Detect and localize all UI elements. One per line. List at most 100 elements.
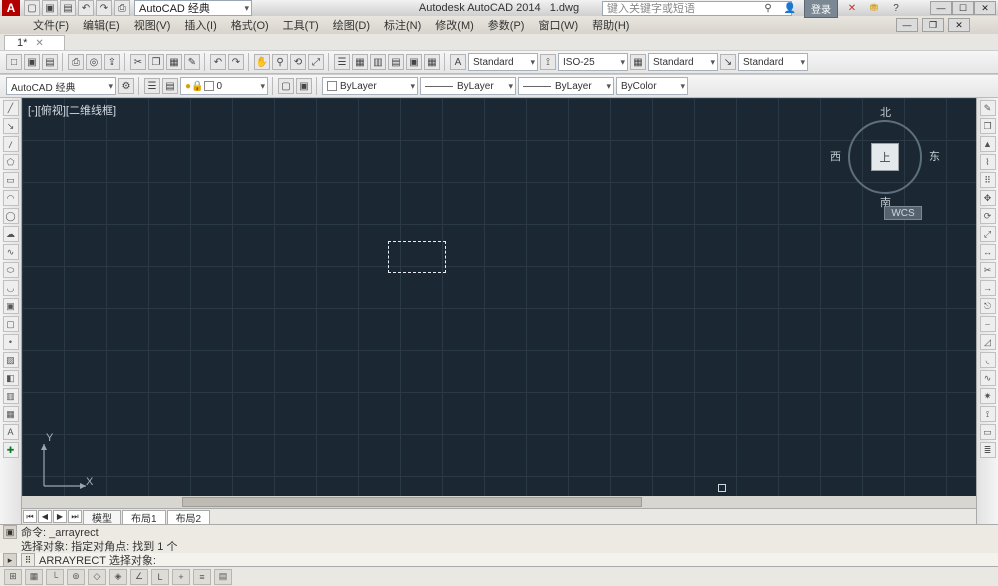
command-options-icon[interactable]: ⠿ xyxy=(21,553,35,567)
menu-params[interactable]: 参数(P) xyxy=(483,16,530,34)
dimstyle-select[interactable]: ISO-25 xyxy=(558,53,628,71)
tablestyle-select[interactable]: Standard xyxy=(648,53,718,71)
circle-tool-icon[interactable]: ◯ xyxy=(3,208,19,224)
infocenter-icon[interactable]: ⚲ xyxy=(760,0,776,16)
wcs-badge[interactable]: WCS xyxy=(884,206,922,220)
properties-icon[interactable]: ☰ xyxy=(334,54,350,70)
markup-icon[interactable]: ▣ xyxy=(406,54,422,70)
status-snap-icon[interactable]: ⊞ xyxy=(4,569,22,585)
designctr-icon[interactable]: ▦ xyxy=(352,54,368,70)
layout-last-icon[interactable]: ⏭ xyxy=(68,510,82,523)
viewcube-top-face[interactable]: 上 xyxy=(871,143,899,171)
workspace-select[interactable]: AutoCAD 经典 xyxy=(6,77,116,95)
open-icon[interactable]: ▣ xyxy=(24,54,40,70)
status-polar-icon[interactable]: ⊚ xyxy=(67,569,85,585)
array-tool-icon[interactable]: ⠿ xyxy=(980,172,996,188)
zoom-icon[interactable]: ⚲ xyxy=(272,54,288,70)
region-tool-icon[interactable]: ▥ xyxy=(3,388,19,404)
publish-icon[interactable]: ⇪ xyxy=(104,54,120,70)
move-tool-icon[interactable]: ✥ xyxy=(980,190,996,206)
copy-tool-icon[interactable]: ❐ xyxy=(980,118,996,134)
menu-window[interactable]: 窗口(W) xyxy=(533,16,583,34)
hatch-tool-icon[interactable]: ▨ xyxy=(3,352,19,368)
document-tab-close-icon[interactable]: ✕ xyxy=(35,38,43,49)
qat-save-icon[interactable]: ▤ xyxy=(60,0,76,16)
explode-tool-icon[interactable]: ✷ xyxy=(980,388,996,404)
qat-new-icon[interactable]: ▢ xyxy=(24,0,40,16)
menu-help[interactable]: 帮助(H) xyxy=(587,16,634,34)
status-ortho-icon[interactable]: └ xyxy=(46,569,64,585)
toolpal-icon[interactable]: ▥ xyxy=(370,54,386,70)
doc-minimize-button[interactable]: — xyxy=(896,18,918,32)
layout-tab-model[interactable]: 模型 xyxy=(83,510,121,524)
layout-tab-1[interactable]: 布局1 xyxy=(122,510,166,524)
scrollbar-thumb[interactable] xyxy=(182,497,642,507)
fillet-tool-icon[interactable]: ◟ xyxy=(980,352,996,368)
table-tool-icon[interactable]: ▦ xyxy=(3,406,19,422)
zoom-ext-icon[interactable]: ⤢ xyxy=(308,54,324,70)
qat-redo-icon[interactable]: ↷ xyxy=(96,0,112,16)
redo-icon[interactable]: ↷ xyxy=(228,54,244,70)
blend-tool-icon[interactable]: ∿ xyxy=(980,370,996,386)
point-tool-icon[interactable]: • xyxy=(3,334,19,350)
join-tool-icon[interactable]: ⎯ xyxy=(980,316,996,332)
qat-print-icon[interactable]: ⎙ xyxy=(114,0,130,16)
linetype-select[interactable]: ByLayer xyxy=(420,77,516,95)
spline-tool-icon[interactable]: ∿ xyxy=(3,244,19,260)
polygon-tool-icon[interactable]: ⬠ xyxy=(3,154,19,170)
layout-first-icon[interactable]: ⏮ xyxy=(23,510,37,523)
qat-open-icon[interactable]: ▣ xyxy=(42,0,58,16)
erase-tool-icon[interactable]: ✎ xyxy=(980,100,996,116)
app-logo[interactable]: A xyxy=(2,0,20,16)
zoom-prev-icon[interactable]: ⟲ xyxy=(290,54,306,70)
textstyle-select[interactable]: Standard xyxy=(468,53,538,71)
close-button[interactable]: ✕ xyxy=(974,1,996,15)
workspace-selector[interactable]: AutoCAD 经典 xyxy=(134,0,252,16)
pan-icon[interactable]: ✋ xyxy=(254,54,270,70)
cut-icon[interactable]: ✂ xyxy=(130,54,146,70)
horizontal-scrollbar[interactable] xyxy=(22,496,976,508)
arc-tool-icon[interactable]: ◠ xyxy=(3,190,19,206)
menu-modify[interactable]: 修改(M) xyxy=(430,16,479,34)
text-tool-icon[interactable]: A xyxy=(3,424,19,440)
menu-file[interactable]: 文件(F) xyxy=(28,16,74,34)
line-tool-icon[interactable]: ╱ xyxy=(3,100,19,116)
layer-mgr-icon[interactable]: ☰ xyxy=(144,78,160,94)
viewcube[interactable]: 北 南 西 东 上 xyxy=(836,108,934,206)
save-icon[interactable]: ▤ xyxy=(42,54,58,70)
user-icon[interactable]: 👤 xyxy=(782,0,798,16)
paste-icon[interactable]: ▦ xyxy=(166,54,182,70)
menu-view[interactable]: 视图(V) xyxy=(129,16,176,34)
match-icon[interactable]: ✎ xyxy=(184,54,200,70)
rotate-tool-icon[interactable]: ⟳ xyxy=(980,208,996,224)
polyline-tool-icon[interactable]: Ⳇ xyxy=(3,136,19,152)
document-tab[interactable]: 1* ✕ xyxy=(4,35,65,50)
revcloud-tool-icon[interactable]: ☁ xyxy=(3,226,19,242)
command-toggle-icon[interactable]: ▣ xyxy=(3,525,17,539)
print-icon[interactable]: ⎙ xyxy=(68,54,84,70)
help-icon[interactable]: ? xyxy=(888,0,904,16)
qat-undo-icon[interactable]: ↶ xyxy=(78,0,94,16)
menu-dimension[interactable]: 标注(N) xyxy=(379,16,426,34)
block-tool-icon[interactable]: ▢ xyxy=(3,316,19,332)
color-select[interactable]: ByLayer xyxy=(322,77,418,95)
extend-tool-icon[interactable]: → xyxy=(980,280,996,296)
mirror-tool-icon[interactable]: ▲ xyxy=(980,136,996,152)
lineweight-select[interactable]: ByLayer xyxy=(518,77,614,95)
offset-tool-icon[interactable]: ⌇ xyxy=(980,154,996,170)
status-osnap-icon[interactable]: ◇ xyxy=(88,569,106,585)
undo-icon[interactable]: ↶ xyxy=(210,54,226,70)
status-dyn-icon[interactable]: + xyxy=(172,569,190,585)
menu-format[interactable]: 格式(O) xyxy=(226,16,274,34)
login-label[interactable]: 登录 xyxy=(804,0,838,18)
ellipsearc-tool-icon[interactable]: ◡ xyxy=(3,280,19,296)
scale-tool-icon[interactable]: ⤢ xyxy=(980,226,996,242)
textstyle-icon[interactable]: A xyxy=(450,54,466,70)
xline-tool-icon[interactable]: ↘ xyxy=(3,118,19,134)
menu-edit[interactable]: 编辑(E) xyxy=(78,16,125,34)
cloud-icon[interactable]: ⛃ xyxy=(866,0,882,16)
minimize-button[interactable]: — xyxy=(930,1,952,15)
layout-tab-2[interactable]: 布局2 xyxy=(167,510,211,524)
menu-insert[interactable]: 插入(I) xyxy=(179,16,221,34)
break-tool-icon[interactable]: ⎋ xyxy=(980,298,996,314)
